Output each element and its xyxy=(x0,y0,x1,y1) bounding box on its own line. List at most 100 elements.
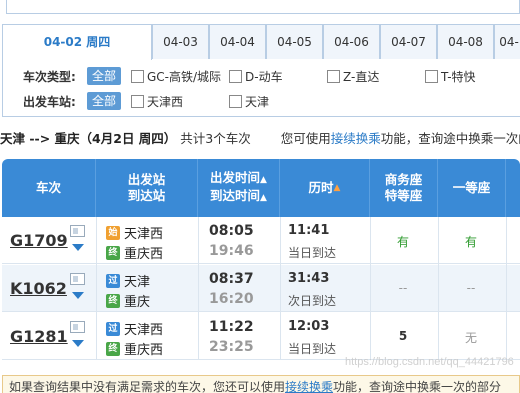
from-station: 始天津西 xyxy=(106,223,163,242)
transfer-link-bottom[interactable]: 接续换乘 xyxy=(285,380,333,393)
date-tab[interactable]: 04-04 xyxy=(209,24,266,59)
header-train[interactable]: 车次 xyxy=(2,159,96,217)
to-station-name: 重庆西 xyxy=(124,343,164,358)
checkbox-label: T-特快 xyxy=(441,70,476,84)
route-text: 天津 --> 重庆（4月2日 周四） xyxy=(0,131,177,146)
header-to-label: 到达站 xyxy=(127,188,166,203)
header-first: 一等座 xyxy=(438,159,506,217)
duration: 12:03 xyxy=(288,319,330,334)
train-number-link[interactable]: G1709 xyxy=(10,231,68,250)
arrival-day: 次日到达 xyxy=(288,294,337,308)
checkbox-station-1[interactable]: 天津西 xyxy=(131,93,183,110)
watermark: https://blog.csdn.net/qq_44421796 xyxy=(345,356,514,368)
header-business-label: 商务座 xyxy=(384,172,423,187)
checkbox-t[interactable]: T-特快 xyxy=(425,68,476,85)
chevron-down-icon[interactable] xyxy=(72,244,84,251)
train-type-filter-row: 车次类型: 全部 GC-高铁/城际 D-动车 Z-直达 T-特快 xyxy=(3,65,520,87)
date-tab[interactable]: 04-03 xyxy=(152,24,209,59)
sort-dep-icon[interactable]: ▲ xyxy=(260,175,267,185)
arrival-time: 23:25 xyxy=(209,339,254,355)
arrival-day: 当日到达 xyxy=(288,246,337,260)
header-train-label: 车次 xyxy=(35,180,61,195)
date-tab[interactable]: 04- xyxy=(494,24,520,59)
business-seat: 5 xyxy=(398,329,408,343)
date-tab-active[interactable]: 04-02 周四 xyxy=(2,24,152,60)
sort-arr-icon[interactable]: ▲ xyxy=(260,193,267,203)
arrival-time: 19:46 xyxy=(209,243,254,259)
card-icon[interactable] xyxy=(70,273,85,285)
checkbox-station-2[interactable]: 天津 xyxy=(229,93,269,110)
to-station-name: 重庆西 xyxy=(124,247,164,262)
date-tab[interactable]: 04-08 xyxy=(437,24,494,59)
station-all-button[interactable]: 全部 xyxy=(87,92,121,110)
duration: 31:43 xyxy=(288,271,330,286)
header-special-label: 特等座 xyxy=(384,188,423,203)
station-filter-row: 出发车站: 全部 天津西 天津 xyxy=(3,90,520,112)
query-summary: 天津 --> 重庆（4月2日 周四） 共计3个车次 您可使用接续换乘功能，查询途… xyxy=(0,128,520,146)
departure-time: 11:22 xyxy=(209,319,254,335)
sort-duration-icon[interactable]: ▲ xyxy=(334,180,341,196)
first-class-seat: 有 xyxy=(464,235,477,249)
table-row: K1062 过天津 终重庆 08:37 16:20 31:43 次日到达 -- … xyxy=(2,265,520,312)
date-tabs: 04-02 周四 04-03 04-04 04-05 04-06 04-07 0… xyxy=(2,24,520,60)
filter-panel: 车次类型: 全部 GC-高铁/城际 D-动车 Z-直达 T-特快 出发车站: 全… xyxy=(2,59,520,117)
header-from-label: 出发站 xyxy=(127,172,166,187)
header-next xyxy=(506,159,520,217)
from-station: 过天津 xyxy=(106,271,150,290)
date-tab[interactable]: 04-07 xyxy=(380,24,437,59)
station-label: 出发车站: xyxy=(23,95,76,109)
tip-prefix: 您可使用 xyxy=(280,131,331,146)
train-number-link[interactable]: G1281 xyxy=(10,327,68,346)
checkbox-box[interactable] xyxy=(327,70,340,83)
train-count: 共计3个车次 xyxy=(180,131,251,146)
from-station: 过天津西 xyxy=(106,319,163,338)
train-type-all-button[interactable]: 全部 xyxy=(87,67,121,85)
pass-station-icon: 过 xyxy=(106,273,120,288)
checkbox-gc[interactable]: GC-高铁/城际 xyxy=(131,68,221,85)
to-station: 终重庆西 xyxy=(106,243,163,262)
checkbox-box[interactable] xyxy=(131,70,144,83)
chevron-down-icon[interactable] xyxy=(72,340,84,347)
column-divider xyxy=(280,217,281,360)
pass-station-icon: 过 xyxy=(106,321,120,336)
no-result-tip: 如果查询结果中没有满足需求的车次，您还可以使用接续换乘功能，查询途中换乘一次的部… xyxy=(2,375,520,393)
first-class-seat: 无 xyxy=(464,331,477,345)
date-tab[interactable]: 04-05 xyxy=(266,24,323,59)
header-arr-label: 到达时间 xyxy=(210,188,261,203)
checkbox-box[interactable] xyxy=(131,95,144,108)
to-station-name: 重庆 xyxy=(124,295,151,310)
checkbox-box[interactable] xyxy=(425,70,438,83)
chevron-down-icon[interactable] xyxy=(72,292,84,299)
checkbox-box[interactable] xyxy=(229,70,242,83)
date-tab[interactable]: 04-06 xyxy=(323,24,380,59)
table-row: G1709 始天津西 终重庆西 08:05 19:46 11:41 当日到达 有… xyxy=(2,217,520,264)
tip-text: 如果查询结果中没有满足需求的车次，您还可以使用 xyxy=(9,380,286,393)
checkbox-d[interactable]: D-动车 xyxy=(229,68,283,85)
to-station: 终重庆西 xyxy=(106,339,163,358)
checkbox-z[interactable]: Z-直达 xyxy=(327,68,379,85)
arrival-time: 16:20 xyxy=(209,291,254,307)
first-class-seat: -- xyxy=(466,281,476,295)
departure-time: 08:37 xyxy=(209,271,254,287)
end-station-icon: 终 xyxy=(106,245,120,260)
column-divider xyxy=(438,217,439,360)
column-divider xyxy=(96,217,97,360)
column-divider xyxy=(370,217,371,360)
card-icon[interactable] xyxy=(70,225,85,237)
end-station-icon: 终 xyxy=(106,341,120,356)
departure-time: 08:05 xyxy=(209,223,254,239)
arrival-day: 当日到达 xyxy=(288,342,337,356)
checkbox-label: 天津 xyxy=(245,95,270,109)
from-station-name: 天津西 xyxy=(124,227,164,242)
header-times[interactable]: 出发时间▲ 到达时间▲ xyxy=(198,159,280,217)
train-number-link[interactable]: K1062 xyxy=(10,279,67,298)
card-icon[interactable] xyxy=(70,321,85,333)
checkbox-box[interactable] xyxy=(229,95,242,108)
header-first-label: 一等座 xyxy=(452,180,491,195)
table-row: G1281 过天津西 终重庆西 11:22 23:25 12:03 当日到达 5… xyxy=(2,313,520,360)
header-duration[interactable]: 历时 ▲ xyxy=(280,159,370,217)
transfer-link[interactable]: 接续换乘 xyxy=(331,131,381,146)
top-panel-edge xyxy=(0,0,520,16)
header-duration-label: 历时 xyxy=(308,180,334,195)
header-dep-label: 出发时间 xyxy=(210,170,261,185)
